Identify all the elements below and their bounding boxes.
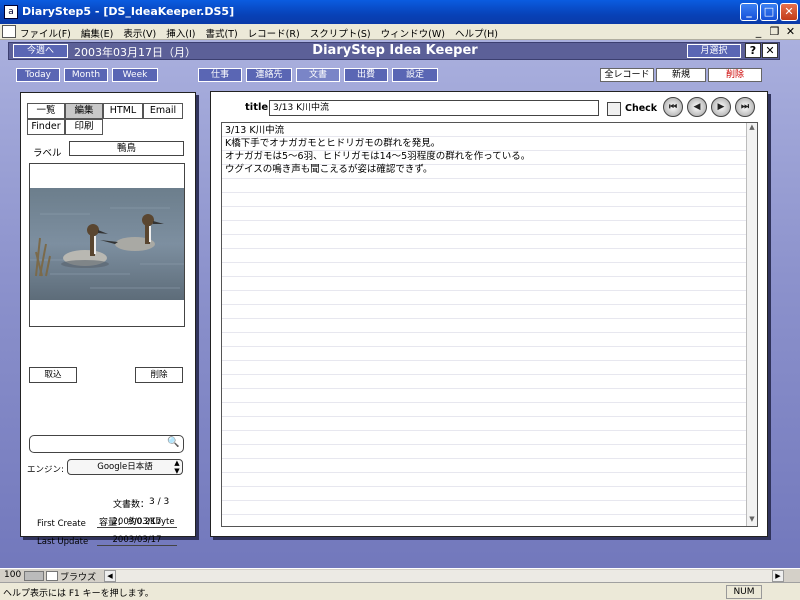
tab-list[interactable]: 一覧 [27,103,65,119]
new-record-button[interactable]: 新規 [656,68,706,82]
close-button[interactable]: ✕ [780,3,798,21]
last-record-icon[interactable]: ⏭ [735,97,755,117]
menu-file[interactable]: ファイル(F) [20,26,71,40]
all-records-button[interactable]: 全レコード [600,68,654,82]
search-input[interactable] [29,435,184,453]
view-tabs-row1: 一覧 編集 HTML Email [27,103,183,119]
delete-record-button[interactable]: 削除 [708,68,762,82]
doc-count-label: 文書数： [113,500,150,510]
doc-count-value: 3 / 3 [149,497,170,507]
first-record-icon[interactable]: ⏮ [663,97,683,117]
tab-html[interactable]: HTML [103,103,143,119]
menu-help[interactable]: ヘルプ(H) [455,26,498,40]
tab-settings[interactable]: 設定 [392,68,438,82]
duck-photo [30,188,184,300]
menu-edit[interactable]: 編集(E) [81,26,113,40]
num-lock-indicator: NUM [726,585,762,599]
size-label: 容量： [99,518,127,528]
current-date: 2003年03月17日（月） [74,46,196,59]
import-button[interactable]: 取込 [29,367,77,383]
engine-select[interactable]: Google日本語 [67,459,183,475]
window-title: DiaryStep5 - [DS_IdeaKeeper.DS5] [22,5,235,18]
mdi-minimize-button[interactable]: _ [752,25,765,38]
today-button[interactable]: Today [16,68,60,82]
help-button[interactable]: ? [745,43,761,58]
menu-insert[interactable]: 挿入(I) [166,26,195,40]
menu-window[interactable]: ウィンドウ(W) [381,26,445,40]
next-record-icon[interactable]: ▶ [711,97,731,117]
maximize-button[interactable]: □ [760,3,778,21]
body-line: 3/13 K川中流 [225,125,285,136]
tab-edit[interactable]: 編集 [65,103,103,119]
month-select-button[interactable]: 月選択 [687,44,741,58]
status-area-icon[interactable] [46,571,58,581]
title-input[interactable]: 3/13 K川中流 [269,100,599,116]
month-button[interactable]: Month [64,68,108,82]
status-text: ヘルプ表示には F1 キーを押します。 [3,589,154,599]
app-area: DiaryStep Idea Keeper 今週へ 2003年03月17日（月）… [0,40,800,568]
mdi-restore-button[interactable]: ❐ [768,25,781,38]
tab-work[interactable]: 仕事 [198,68,242,82]
tab-email[interactable]: Email [143,103,183,119]
engine-select-arrow-icon[interactable]: ▲ ▼ [171,459,183,475]
body-line: オナガガモは5～6羽、ヒドリガモは14～5羽程度の群れを作っている。 [225,151,531,162]
zoom-level[interactable]: 100 [4,570,21,580]
photo-delete-button[interactable]: 削除 [135,367,183,383]
menu-scripts[interactable]: スクリプト(S) [310,26,371,40]
bottom-toolbar: 100 ブラウズ ◀ ▶ [0,568,800,583]
label-field[interactable]: 鴨鳥 [69,141,184,156]
hscroll-track[interactable] [116,570,772,582]
mdi-close-button[interactable]: ✕ [784,25,797,38]
view-tabs-row2: Finder 印刷 [27,119,103,135]
label-caption: ラベル [33,148,62,159]
first-create-label: First Create [37,519,86,529]
body-text: 3/13 K川中流 K橋下手でオナガガモとヒドリガモの群れを発見。 オナガガモは… [222,123,757,177]
tab-contacts[interactable]: 連絡先 [246,68,292,82]
check-checkbox[interactable] [607,102,621,116]
photo-frame [29,163,185,327]
check-label: Check [625,103,658,114]
close-layout-button[interactable]: ✕ [762,43,778,58]
tab-print[interactable]: 印刷 [65,119,103,135]
body-textarea[interactable]: 3/13 K川中流 K橋下手でオナガガモとヒドリガモの群れを発見。 オナガガモは… [221,122,758,527]
body-line: K橋下手でオナガガモとヒドリガモの群れを発見。 [225,138,441,149]
tab-finder[interactable]: Finder [27,119,65,135]
app-icon: a [4,5,18,19]
right-panel: title 3/13 K川中流 Check ⏮ ◀ ▶ ⏭ 3/13 K川中流 … [210,91,768,537]
left-panel: 一覧 編集 HTML Email Finder 印刷 ラベル 鴨鳥 取込 削除 … [20,92,196,547]
last-update-value: 2003/03/17 [97,535,177,546]
week-button[interactable]: Week [112,68,158,82]
header-bar: DiaryStep Idea Keeper 今週へ 2003年03月17日（月）… [8,42,780,60]
prev-record-icon[interactable]: ◀ [687,97,707,117]
engine-caption: エンジン: [27,465,64,475]
size-value: 約0.2Kbyte [128,517,175,527]
body-scrollbar[interactable]: ▲ ▼ [746,123,757,526]
menu-records[interactable]: レコード(R) [248,26,300,40]
document-icon[interactable] [2,25,16,38]
tab-documents[interactable]: 文書 [296,68,340,82]
zoom-icon[interactable] [24,571,44,581]
this-week-button[interactable]: 今週へ [13,44,68,58]
menu-view[interactable]: 表示(V) [123,26,156,40]
hscroll-right-icon[interactable]: ▶ [772,570,784,582]
tab-expenses[interactable]: 出費 [344,68,388,82]
minimize-button[interactable]: _ [740,3,758,21]
body-line: ウグイスの鳴き声も聞こえるが姿は確認できず。 [225,164,433,175]
search-icon[interactable]: 🔍 [167,437,179,448]
menu-items: ファイル(F) 編集(E) 表示(V) 挿入(I) 書式(T) レコード(R) … [20,26,498,40]
title-bar: a DiaryStep5 - [DS_IdeaKeeper.DS5] _ □ ✕ [0,0,800,24]
hscroll-left-icon[interactable]: ◀ [104,570,116,582]
menu-format[interactable]: 書式(T) [205,26,237,40]
status-bar: ヘルプ表示には F1 キーを押します。 NUM [0,582,800,600]
menu-bar: ファイル(F) 編集(E) 表示(V) 挿入(I) 書式(T) レコード(R) … [0,24,800,40]
scroll-down-icon[interactable]: ▼ [747,515,757,526]
last-update-label: Last Update [37,537,89,547]
scroll-up-icon[interactable]: ▲ [747,123,757,134]
title-label: title [245,102,269,113]
